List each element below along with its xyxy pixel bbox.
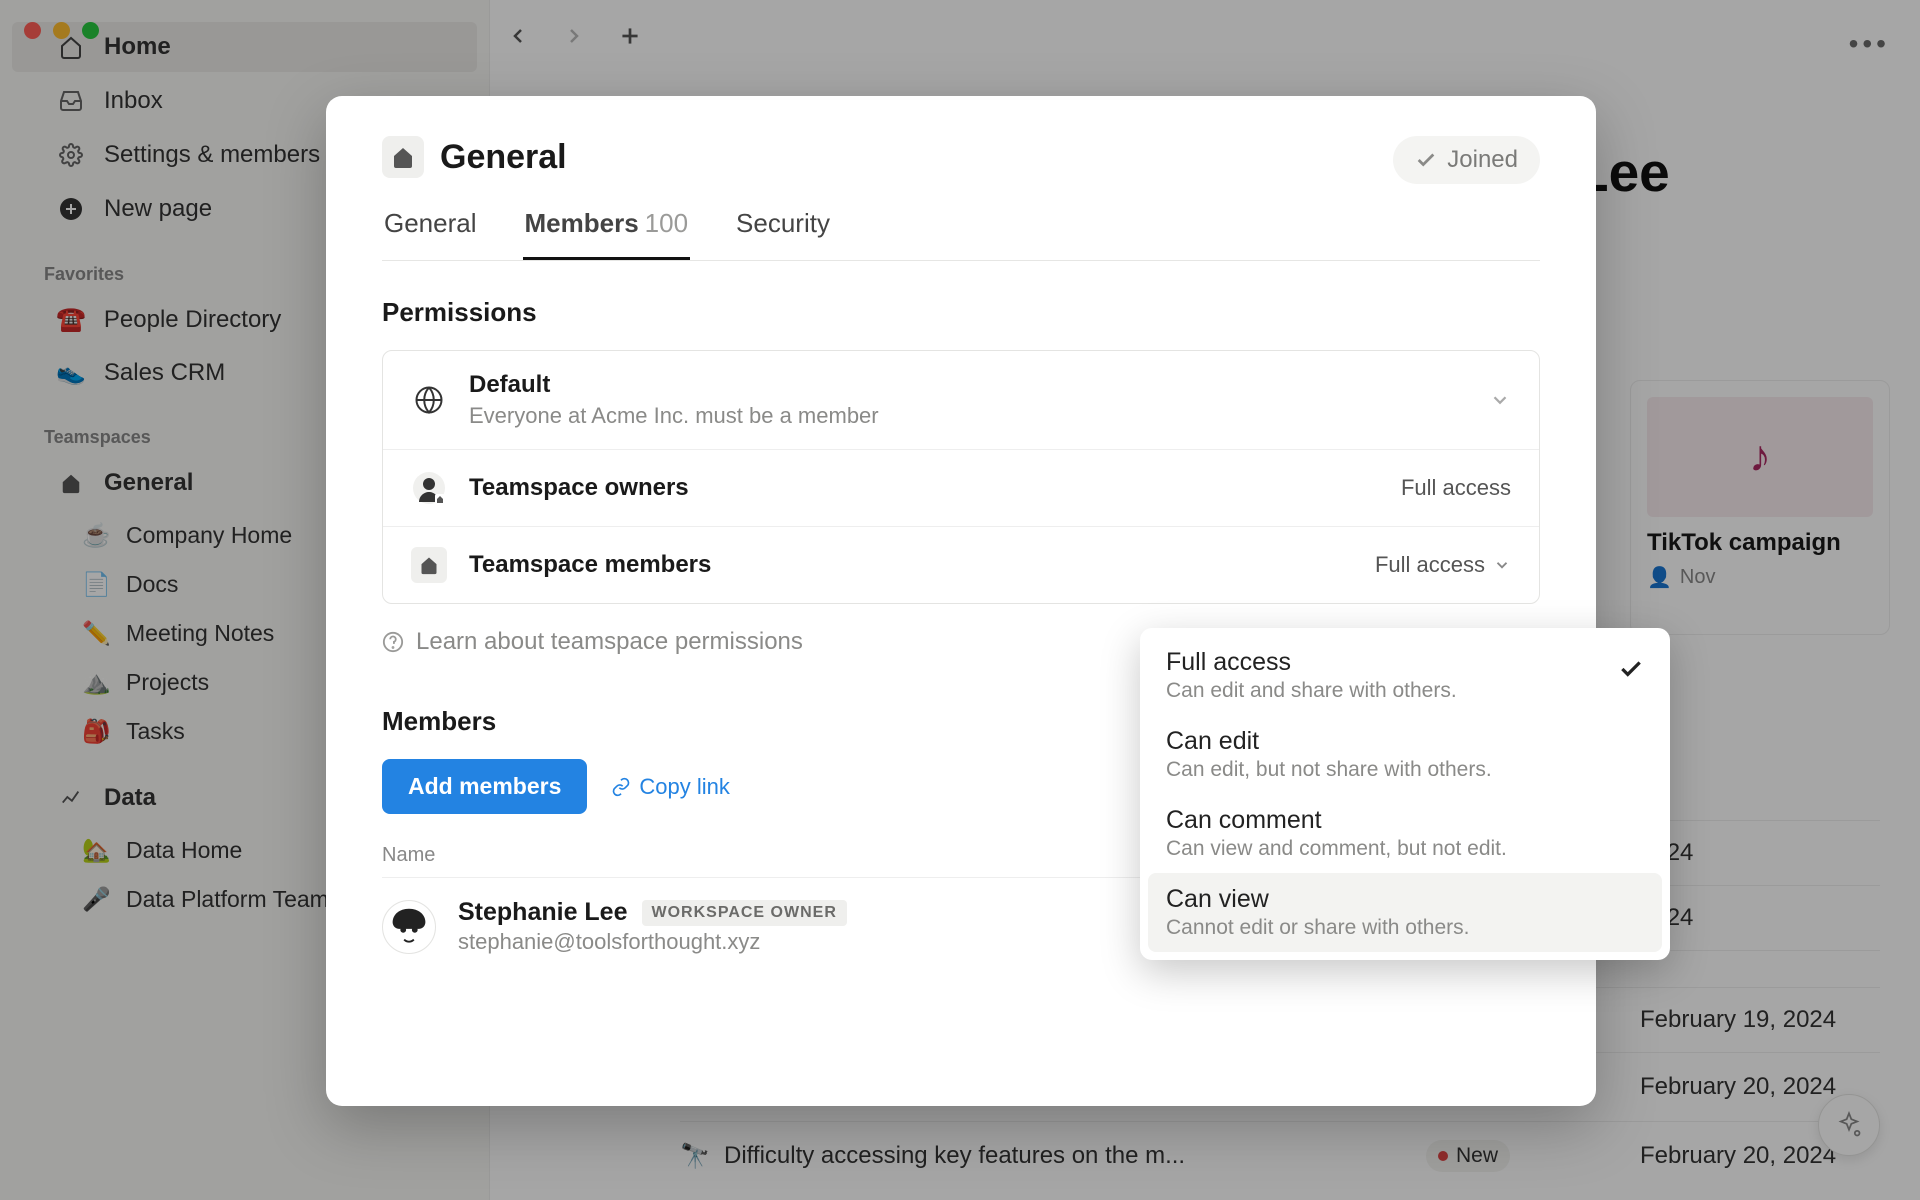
member-name: Stephanie Lee	[458, 898, 628, 927]
permission-dropdown: Full access Can edit and share with othe…	[1140, 628, 1670, 960]
permission-level-dropdown[interactable]: Full access	[1375, 552, 1511, 578]
copy-link-label: Copy link	[639, 774, 729, 800]
home-icon	[411, 547, 447, 583]
globe-icon	[411, 382, 447, 418]
dropdown-item-can-comment[interactable]: Can comment Can view and comment, but no…	[1148, 794, 1662, 873]
permission-row-owners: Teamspace owners Full access	[383, 449, 1539, 526]
modal-title: General	[440, 138, 567, 177]
dropdown-item-full-access[interactable]: Full access Can edit and share with othe…	[1148, 636, 1662, 715]
dropdown-desc: Can edit, but not share with others.	[1166, 758, 1644, 782]
member-email: stephanie@toolsforthought.xyz	[458, 929, 847, 955]
dropdown-item-can-view[interactable]: Can view Cannot edit or share with other…	[1148, 873, 1662, 952]
avatar	[382, 900, 436, 954]
member-badge: WORKSPACE OWNER	[642, 900, 847, 926]
permission-title: Teamspace members	[469, 551, 1353, 579]
chevron-down-icon[interactable]	[1489, 389, 1511, 411]
dropdown-title: Can view	[1166, 885, 1644, 914]
dropdown-title: Can comment	[1166, 806, 1644, 835]
tab-security[interactable]: Security	[734, 208, 832, 260]
permissions-box: Default Everyone at Acme Inc. must be a …	[382, 350, 1540, 604]
learn-label: Learn about teamspace permissions	[416, 628, 803, 656]
tab-members[interactable]: Members100	[523, 208, 691, 260]
check-icon	[1618, 656, 1644, 682]
tab-general[interactable]: General	[382, 208, 479, 260]
dropdown-desc: Can view and comment, but not edit.	[1166, 837, 1644, 861]
permission-desc: Everyone at Acme Inc. must be a member	[469, 403, 1467, 429]
dropdown-title: Full access	[1166, 648, 1644, 677]
dropdown-item-can-edit[interactable]: Can edit Can edit, but not share with ot…	[1148, 715, 1662, 794]
dropdown-title: Can edit	[1166, 727, 1644, 756]
joined-label: Joined	[1447, 146, 1518, 174]
permission-level: Full access	[1401, 475, 1511, 501]
permission-row-default[interactable]: Default Everyone at Acme Inc. must be a …	[383, 351, 1539, 449]
dropdown-desc: Can edit and share with others.	[1166, 679, 1644, 703]
home-icon	[382, 136, 424, 178]
permissions-heading: Permissions	[382, 297, 1540, 328]
avatar-icon	[411, 470, 447, 506]
copy-link-button[interactable]: Copy link	[611, 774, 729, 800]
members-count: 100	[645, 208, 688, 238]
joined-status[interactable]: Joined	[1393, 136, 1540, 184]
dropdown-desc: Cannot edit or share with others.	[1166, 916, 1644, 940]
add-members-button[interactable]: Add members	[382, 759, 587, 814]
permission-title: Teamspace owners	[469, 474, 1379, 502]
permission-title: Default	[469, 371, 1467, 399]
permission-row-members: Teamspace members Full access	[383, 526, 1539, 603]
